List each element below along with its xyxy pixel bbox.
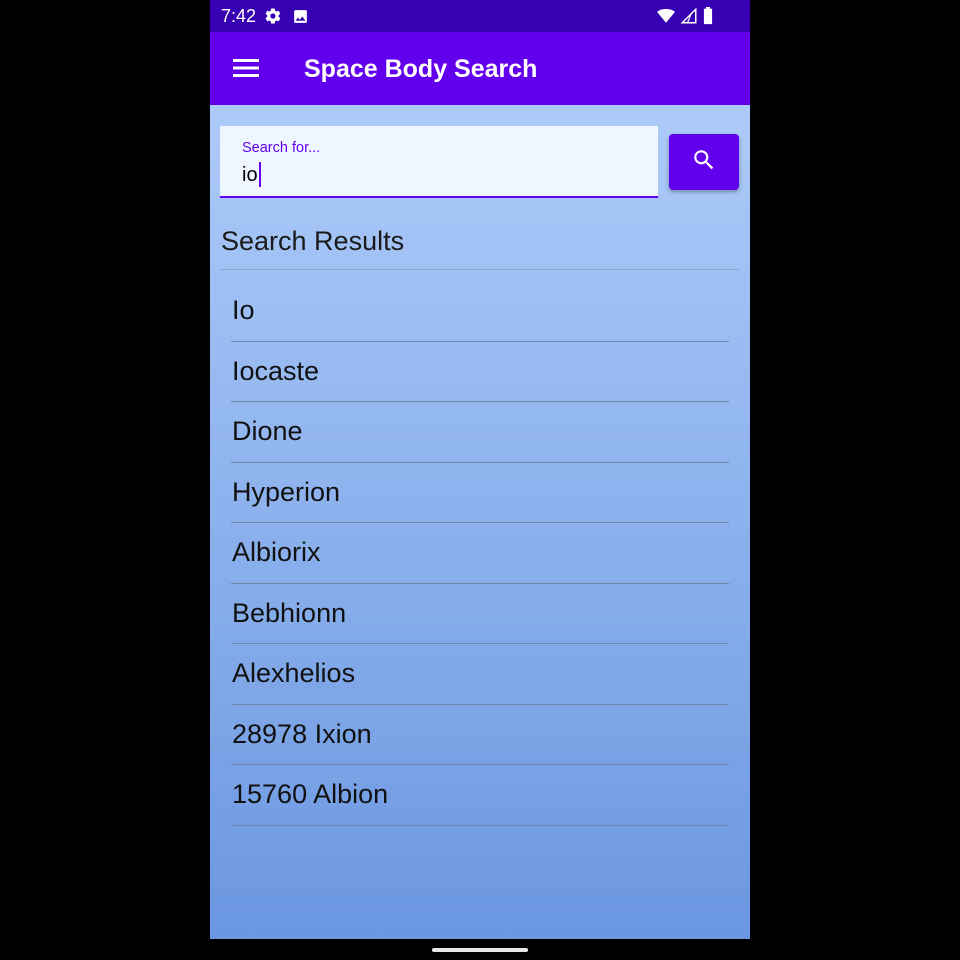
home-gesture-handle[interactable] bbox=[432, 948, 528, 952]
status-right-icons bbox=[656, 7, 714, 30]
heading-divider bbox=[220, 269, 739, 270]
list-item[interactable]: 28978 Ixion bbox=[231, 705, 729, 765]
search-input-label: Search for... bbox=[242, 140, 321, 156]
list-item[interactable]: Io bbox=[231, 281, 729, 342]
wifi-icon bbox=[656, 7, 676, 30]
list-item[interactable]: Dione bbox=[231, 402, 729, 463]
image-icon bbox=[292, 8, 309, 30]
search-button[interactable] bbox=[669, 134, 739, 190]
search-input-value-wrapper: io bbox=[242, 162, 261, 187]
list-item[interactable]: Bebhionn bbox=[231, 584, 729, 644]
hamburger-menu-icon[interactable] bbox=[230, 52, 262, 84]
gear-icon bbox=[264, 7, 282, 30]
status-bar: 7:42 bbox=[210, 0, 750, 32]
search-icon bbox=[691, 147, 717, 178]
app-bar: Space Body Search bbox=[210, 32, 750, 105]
search-input-value: io bbox=[242, 163, 258, 186]
list-item[interactable]: 15760 Albion bbox=[231, 765, 729, 826]
navigation-bar bbox=[210, 939, 750, 960]
signal-icon bbox=[680, 7, 698, 30]
results-heading: Search Results bbox=[221, 226, 405, 256]
battery-icon bbox=[702, 7, 714, 30]
main-content: Search for... io Search Results Io Iocas… bbox=[210, 105, 750, 939]
app-title: Space Body Search bbox=[304, 55, 538, 83]
status-time: 7:42 bbox=[221, 6, 257, 26]
status-left-icons bbox=[264, 7, 309, 30]
search-input[interactable]: Search for... io bbox=[220, 126, 658, 198]
text-cursor bbox=[258, 162, 261, 187]
list-item[interactable]: Hyperion bbox=[231, 463, 729, 523]
phone-screen: 7:42 Space Body Search Search for... io … bbox=[210, 0, 750, 960]
results-list: Io Iocaste Dione Hyperion Albiorix Bebhi… bbox=[231, 281, 729, 826]
list-item[interactable]: Albiorix bbox=[231, 523, 729, 584]
list-item[interactable]: Alexhelios bbox=[231, 644, 729, 705]
list-item[interactable]: Iocaste bbox=[231, 342, 729, 402]
